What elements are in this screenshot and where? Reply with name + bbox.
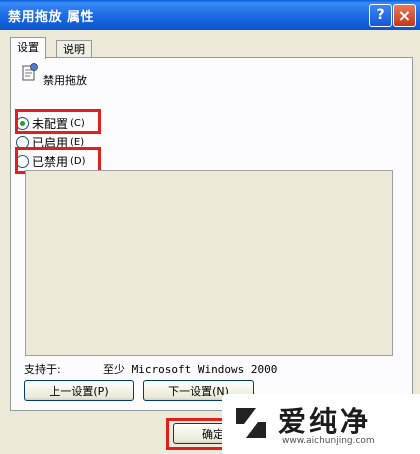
watermark-url: www.aichunjing.com [282, 436, 375, 446]
title-bar[interactable]: 禁用拖放 属性 ? × [0, 0, 420, 30]
watermark-text: 爱纯净 [278, 405, 372, 438]
close-button[interactable]: × [393, 4, 416, 27]
settings-description-area [25, 170, 393, 356]
tab-explain[interactable]: 说明 [56, 40, 92, 58]
tab-settings[interactable]: 设置 [10, 37, 46, 59]
watermark-logo-icon [236, 408, 266, 438]
watermark: 爱纯净 www.aichunjing.com [222, 394, 420, 454]
highlight-box [15, 109, 101, 134]
previous-setting-button[interactable]: 上一设置(P) [24, 380, 134, 401]
support-label: 支持于: [24, 363, 61, 376]
policy-setting-icon [22, 63, 38, 81]
support-value: 至少 Microsoft Windows 2000 [103, 363, 278, 376]
window-title: 禁用拖放 属性 [8, 10, 95, 25]
policy-name: 禁用拖放 [43, 74, 87, 87]
properties-dialog: 禁用拖放 属性 ? × 设置 说明 禁用拖放 未配置 (C) 已启用 (E) 已… [0, 0, 420, 454]
help-button[interactable]: ? [369, 4, 392, 27]
